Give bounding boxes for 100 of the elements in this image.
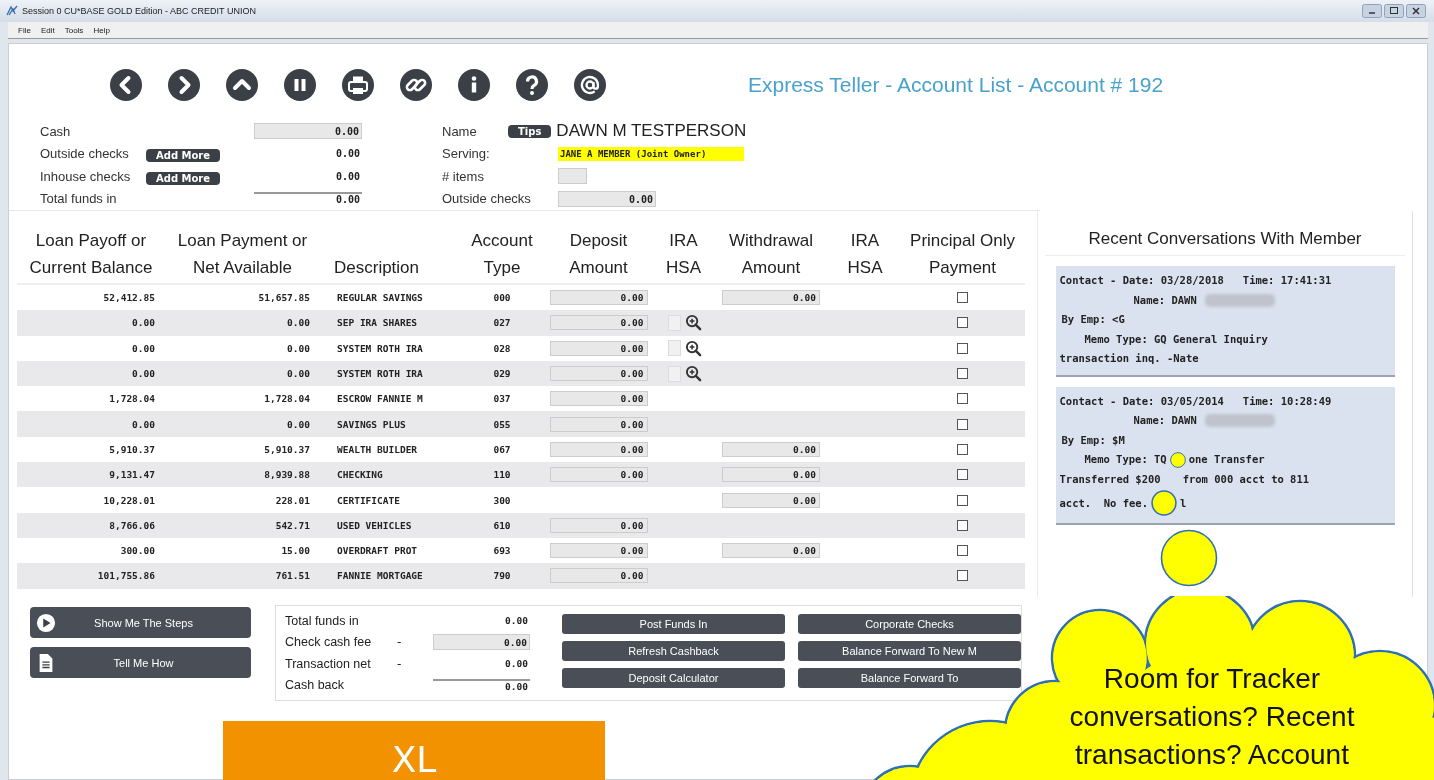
withdrawal-field[interactable]: 0.00 (722, 467, 820, 483)
conversation-text: from 000 acct to 811 (1182, 471, 1310, 487)
checkbox[interactable] (957, 570, 968, 582)
menu-item[interactable]: Edit (40, 25, 55, 35)
help-button[interactable]: Show Me The Steps (30, 607, 251, 638)
checkbox[interactable] (957, 292, 968, 304)
table-cell-text: CHECKING (336, 469, 384, 481)
column-header: IRA HSA (665, 230, 702, 279)
field-label: Total funds in (40, 191, 118, 207)
zoom-in-icon[interactable] (685, 314, 702, 332)
action-button[interactable]: Corporate Checks (798, 614, 1021, 634)
table-cell-text: 15.00 (280, 545, 311, 557)
amount-field[interactable]: 0.00 (558, 190, 656, 207)
withdrawal-field[interactable]: 0.00 (722, 290, 820, 306)
table-cell-text: 790 (492, 570, 512, 582)
table-cell-text: 0.00 (286, 317, 311, 329)
column-header: Loan Payoff or Current Balance (28, 230, 154, 279)
table-cell-text: 693 (492, 545, 512, 557)
column-header: Deposit Amount (568, 230, 629, 279)
amount-field[interactable]: 0.00 (254, 123, 362, 140)
withdrawal-field[interactable]: 0.00 (722, 492, 820, 508)
action-button[interactable]: Post Funds In (562, 614, 785, 634)
conversation-text: Name: DAWN (1133, 413, 1197, 428)
zoom-in-icon[interactable] (685, 339, 702, 357)
checkbox[interactable] (957, 545, 968, 557)
up-icon[interactable] (226, 69, 258, 101)
table-cell-text: 8,766.06 (108, 519, 156, 531)
menu-item[interactable]: Help (93, 25, 110, 35)
conversation-text: Memo Type: GQ General Inquiry (1084, 331, 1268, 347)
deposit-field[interactable]: 0.00 (549, 543, 648, 559)
table-cell-text: 761.51 (274, 570, 311, 582)
deposit-field[interactable]: 0.00 (549, 315, 648, 331)
table-cell-text: 0.00 (286, 418, 311, 430)
help-icon[interactable] (516, 69, 548, 101)
zoom-in-icon[interactable] (685, 365, 702, 383)
minimize-icon[interactable] (1362, 4, 1382, 18)
table-cell-text: 055 (492, 418, 512, 430)
table-cell-text: USED VEHICLES (336, 519, 413, 531)
deposit-field[interactable]: 0.00 (549, 416, 648, 432)
deposit-field[interactable]: 0.00 (549, 467, 648, 483)
deposit-field[interactable]: 0.00 (549, 366, 648, 382)
checkbox[interactable] (957, 519, 968, 531)
action-button[interactable]: Balance Forward To (798, 668, 1021, 688)
pause-icon[interactable] (284, 69, 316, 101)
table-cell-text: 10,228.01 (102, 494, 156, 506)
checkbox[interactable] (957, 368, 968, 380)
deposit-field[interactable]: 0.00 (549, 290, 648, 306)
amount-field[interactable]: 0.00 (433, 634, 530, 651)
items-field[interactable] (558, 168, 587, 185)
deposit-field[interactable]: 0.00 (549, 340, 648, 356)
menu-item[interactable]: Tools (64, 25, 84, 35)
table-cell-text: 0.00 (131, 317, 156, 329)
checkbox[interactable] (957, 418, 968, 430)
add-more-button[interactable]: Add More (146, 171, 221, 185)
member-name: DAWN M TESTPERSON (556, 121, 747, 142)
table-cell-text: 0.00 (131, 418, 156, 430)
action-button[interactable]: Balance Forward To New M (798, 641, 1021, 661)
deposit-field[interactable]: 0.00 (549, 517, 648, 533)
printer-icon[interactable] (342, 69, 374, 101)
checkbox[interactable] (957, 393, 968, 405)
checkbox[interactable] (957, 469, 968, 481)
amount-field: 0.00 (254, 148, 362, 160)
table-cell-text: 300 (492, 494, 512, 506)
conversation-text: Contact - Date: 03/05/2014 Time: 10:28:49 (1059, 393, 1332, 409)
amount-field: 0.00 (433, 678, 530, 692)
action-button[interactable]: Deposit Calculator (562, 668, 785, 688)
minus-sign: - (397, 656, 402, 671)
deposit-field[interactable]: 0.00 (549, 391, 648, 407)
checkbox[interactable] (957, 443, 968, 455)
table-cell-text: 8,939.88 (263, 469, 311, 481)
table-cell-text: WEALTH BUILDER (336, 443, 419, 455)
play-icon (36, 612, 56, 633)
info-icon[interactable] (458, 69, 490, 101)
action-button[interactable]: Refresh Cashback (562, 641, 785, 661)
checkbox[interactable] (957, 494, 968, 506)
close-icon[interactable] (1406, 4, 1426, 18)
deposit-field[interactable]: 0.00 (549, 441, 648, 457)
table-cell-text: 9,131.47 (108, 469, 156, 481)
withdrawal-field[interactable]: 0.00 (722, 441, 820, 457)
at-sign-icon[interactable] (574, 69, 606, 101)
ira-field[interactable] (668, 340, 681, 357)
conversation-text: acct. No fee. (1059, 496, 1148, 511)
conversation-text: Name: DAWN (1133, 292, 1197, 308)
checkbox[interactable] (957, 342, 968, 354)
tips-button[interactable]: Tips (508, 124, 552, 138)
conversation-text: By Emp: <G (1061, 312, 1125, 327)
back-icon[interactable] (110, 69, 142, 101)
amount-field: 0.00 (433, 615, 530, 627)
menu-item[interactable]: File (18, 25, 31, 35)
help-button[interactable]: Tell Me How (30, 647, 251, 678)
checkbox[interactable] (957, 317, 968, 329)
add-more-button[interactable]: Add More (146, 149, 221, 163)
field-label: # items (442, 168, 485, 184)
forward-icon[interactable] (168, 69, 200, 101)
conversation-text: transaction inq. -Nate (1059, 351, 1199, 366)
deposit-field[interactable]: 0.00 (549, 568, 648, 584)
maximize-icon[interactable] (1384, 4, 1404, 18)
table-cell-text: 52,412.85 (102, 292, 156, 304)
link-icon[interactable] (400, 69, 432, 101)
withdrawal-field[interactable]: 0.00 (722, 543, 820, 559)
